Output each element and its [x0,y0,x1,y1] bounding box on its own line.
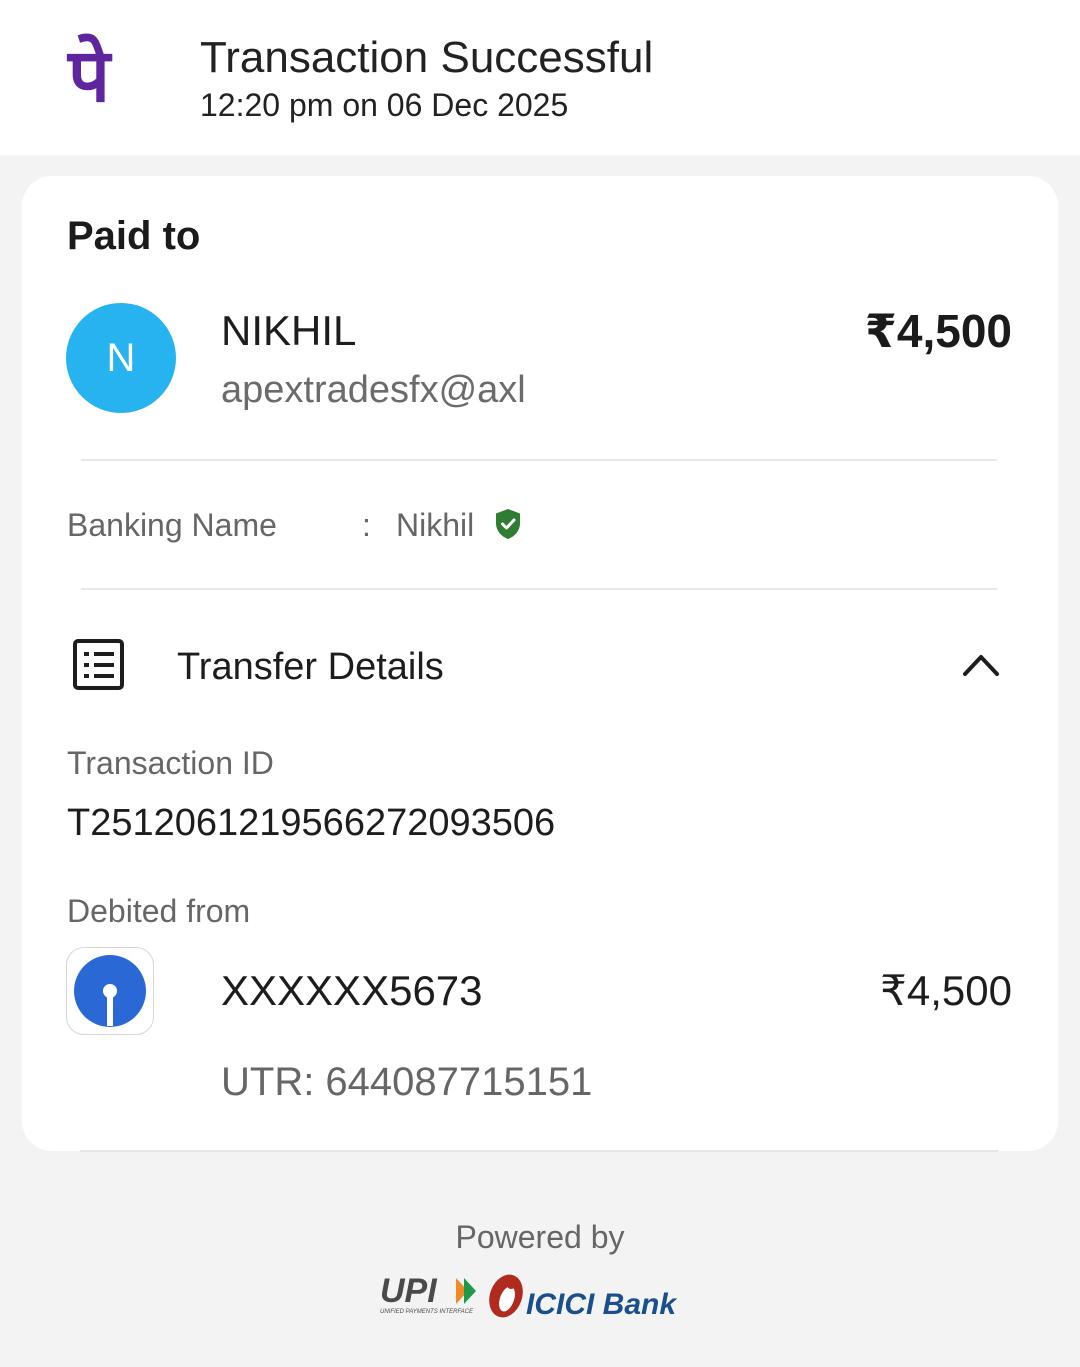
banking-name-value: Nikhil [396,507,475,543]
transaction-id-label: Transaction ID [67,745,274,781]
paid-to-heading: Paid to [67,214,201,258]
svg-text:ICICI Bank: ICICI Bank [526,1288,677,1321]
chevron-up-icon[interactable] [962,652,1000,678]
divider [81,459,997,461]
receipt-list-icon [73,639,124,690]
payee-avatar: N [66,303,176,413]
verified-shield-icon [496,509,520,539]
payee-name: NIKHIL [221,307,357,354]
utr-number: UTR: 644087715151 [221,1060,593,1104]
powered-by-label: Powered by [455,1219,625,1255]
divider [80,1150,998,1152]
divider [81,588,997,590]
transfer-details-title: Transfer Details [177,646,444,688]
svg-text:UPI: UPI [380,1272,438,1310]
sbi-logo-icon [66,947,154,1035]
page-title: Transaction Successful [200,33,654,82]
transaction-card: Paid to N NIKHIL apextradesfx@axl ₹4,500… [22,176,1058,1151]
banking-name-separator: : [362,507,371,543]
svg-text:UNIFIED PAYMENTS INTERFACE: UNIFIED PAYMENTS INTERFACE [380,1309,474,1315]
debited-from-label: Debited from [67,893,251,929]
header-bar: पे Transaction Successful 12:20 pm on 06… [0,0,1080,155]
phonepe-logo-icon: पे [68,33,111,119]
debit-amount: ₹4,500 [880,967,1012,1014]
paid-amount: ₹4,500 [864,305,1012,357]
transaction-datetime: 12:20 pm on 06 Dec 2025 [200,87,569,123]
icici-bank-logo-icon: ICICI Bank [489,1274,677,1321]
upi-logo-icon: UPI UNIFIED PAYMENTS INTERFACE [380,1272,476,1315]
transaction-id-value: T2512061219566272093506 [67,802,556,844]
banking-name-label: Banking Name [67,507,277,543]
payee-vpa: apextradesfx@axl [221,369,526,411]
debit-account-number: XXXXXX5673 [221,967,483,1014]
